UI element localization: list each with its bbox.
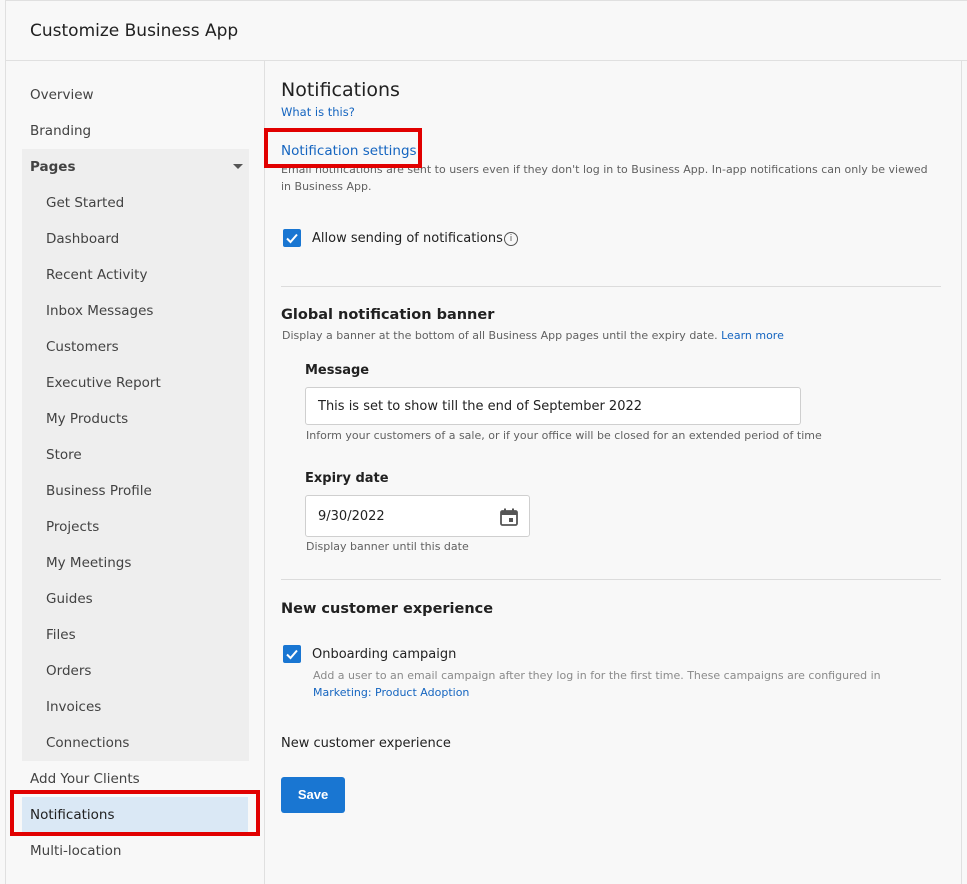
sidebar-item-branding[interactable]: Branding <box>22 113 248 149</box>
save-button[interactable]: Save <box>281 777 345 813</box>
divider <box>281 286 941 287</box>
sidebar-pages-group: Pages Get Started Dashboard Recent Activ… <box>22 149 249 761</box>
sidebar-subitem[interactable]: Inbox Messages <box>46 293 153 329</box>
sidebar-item-pages[interactable]: Pages <box>30 149 76 185</box>
top-bar: Customize Business App <box>5 0 967 61</box>
sidebar-subitem[interactable]: Projects <box>46 509 99 545</box>
section-title: Notifications <box>281 79 400 101</box>
sidebar-subitem[interactable]: Dashboard <box>46 221 119 257</box>
sidebar-subitem[interactable]: My Meetings <box>46 545 131 581</box>
marketing-link[interactable]: Marketing: <box>313 686 372 699</box>
sidebar-subitem[interactable]: Executive Report <box>46 365 161 401</box>
message-hint: Inform your customers of a sale, or if y… <box>306 429 822 442</box>
sidebar: Overview Branding Pages Get Started Dash… <box>5 61 265 884</box>
new-customer-experience-label: New customer experience <box>281 736 451 751</box>
divider <box>281 579 941 580</box>
info-icon[interactable]: i <box>504 232 518 246</box>
onboarding-campaign-label: Onboarding campaign <box>312 647 457 662</box>
sidebar-subitem[interactable]: Files <box>46 617 76 653</box>
message-input[interactable]: This is set to show till the end of Sept… <box>305 387 801 425</box>
sidebar-subitem[interactable]: Get Started <box>46 185 124 221</box>
page-title: Customize Business App <box>30 21 239 41</box>
allow-notifications-checkbox[interactable] <box>283 229 301 247</box>
allow-notifications-label: Allow sending of notifications <box>312 231 503 246</box>
sidebar-item-add-clients[interactable]: Add Your Clients <box>22 761 248 797</box>
expiry-date-hint: Display banner until this date <box>306 540 469 553</box>
sidebar-item-overview[interactable]: Overview <box>22 77 248 113</box>
new-customer-section-title: New customer experience <box>281 601 494 617</box>
learn-more-link[interactable]: Learn more <box>721 329 784 342</box>
sidebar-subitem[interactable]: Store <box>46 437 82 473</box>
expiry-date-label: Expiry date <box>305 471 389 486</box>
check-icon <box>286 233 298 244</box>
sidebar-subitem[interactable]: Guides <box>46 581 93 617</box>
sidebar-subitem[interactable]: My Products <box>46 401 128 437</box>
expiry-date-input[interactable]: 9/30/2022 <box>305 495 530 537</box>
onboarding-campaign-checkbox[interactable] <box>283 645 301 663</box>
notification-settings-link[interactable]: Notification settings <box>281 143 417 159</box>
sidebar-subitem[interactable]: Invoices <box>46 689 101 725</box>
sidebar-item-notifications[interactable]: Notifications <box>22 797 248 833</box>
sidebar-subitem[interactable]: Business Profile <box>46 473 152 509</box>
sidebar-item-multi-location[interactable]: Multi-location <box>22 833 248 869</box>
chevron-down-icon[interactable] <box>233 164 243 169</box>
sidebar-subitem[interactable]: Customers <box>46 329 119 365</box>
check-icon <box>286 649 298 660</box>
banner-section-title: Global notification banner <box>281 307 495 323</box>
notification-settings-description: Email notifications are sent to users ev… <box>281 163 928 193</box>
banner-section-description: Display a banner at the bottom of all Bu… <box>282 329 784 342</box>
sidebar-subitem[interactable]: Connections <box>46 725 129 761</box>
message-label: Message <box>305 363 370 378</box>
what-is-this-link[interactable]: What is this? <box>281 105 355 119</box>
right-panel-edge <box>961 61 967 884</box>
onboarding-campaign-description: Add a user to an email campaign after th… <box>313 669 881 699</box>
sidebar-subitem[interactable]: Recent Activity <box>46 257 147 293</box>
main-content: Notifications What is this? Notification… <box>265 61 961 884</box>
calendar-icon[interactable] <box>499 507 519 527</box>
product-adoption-link[interactable]: Product Adoption <box>375 686 469 699</box>
sidebar-subitem[interactable]: Orders <box>46 653 91 689</box>
